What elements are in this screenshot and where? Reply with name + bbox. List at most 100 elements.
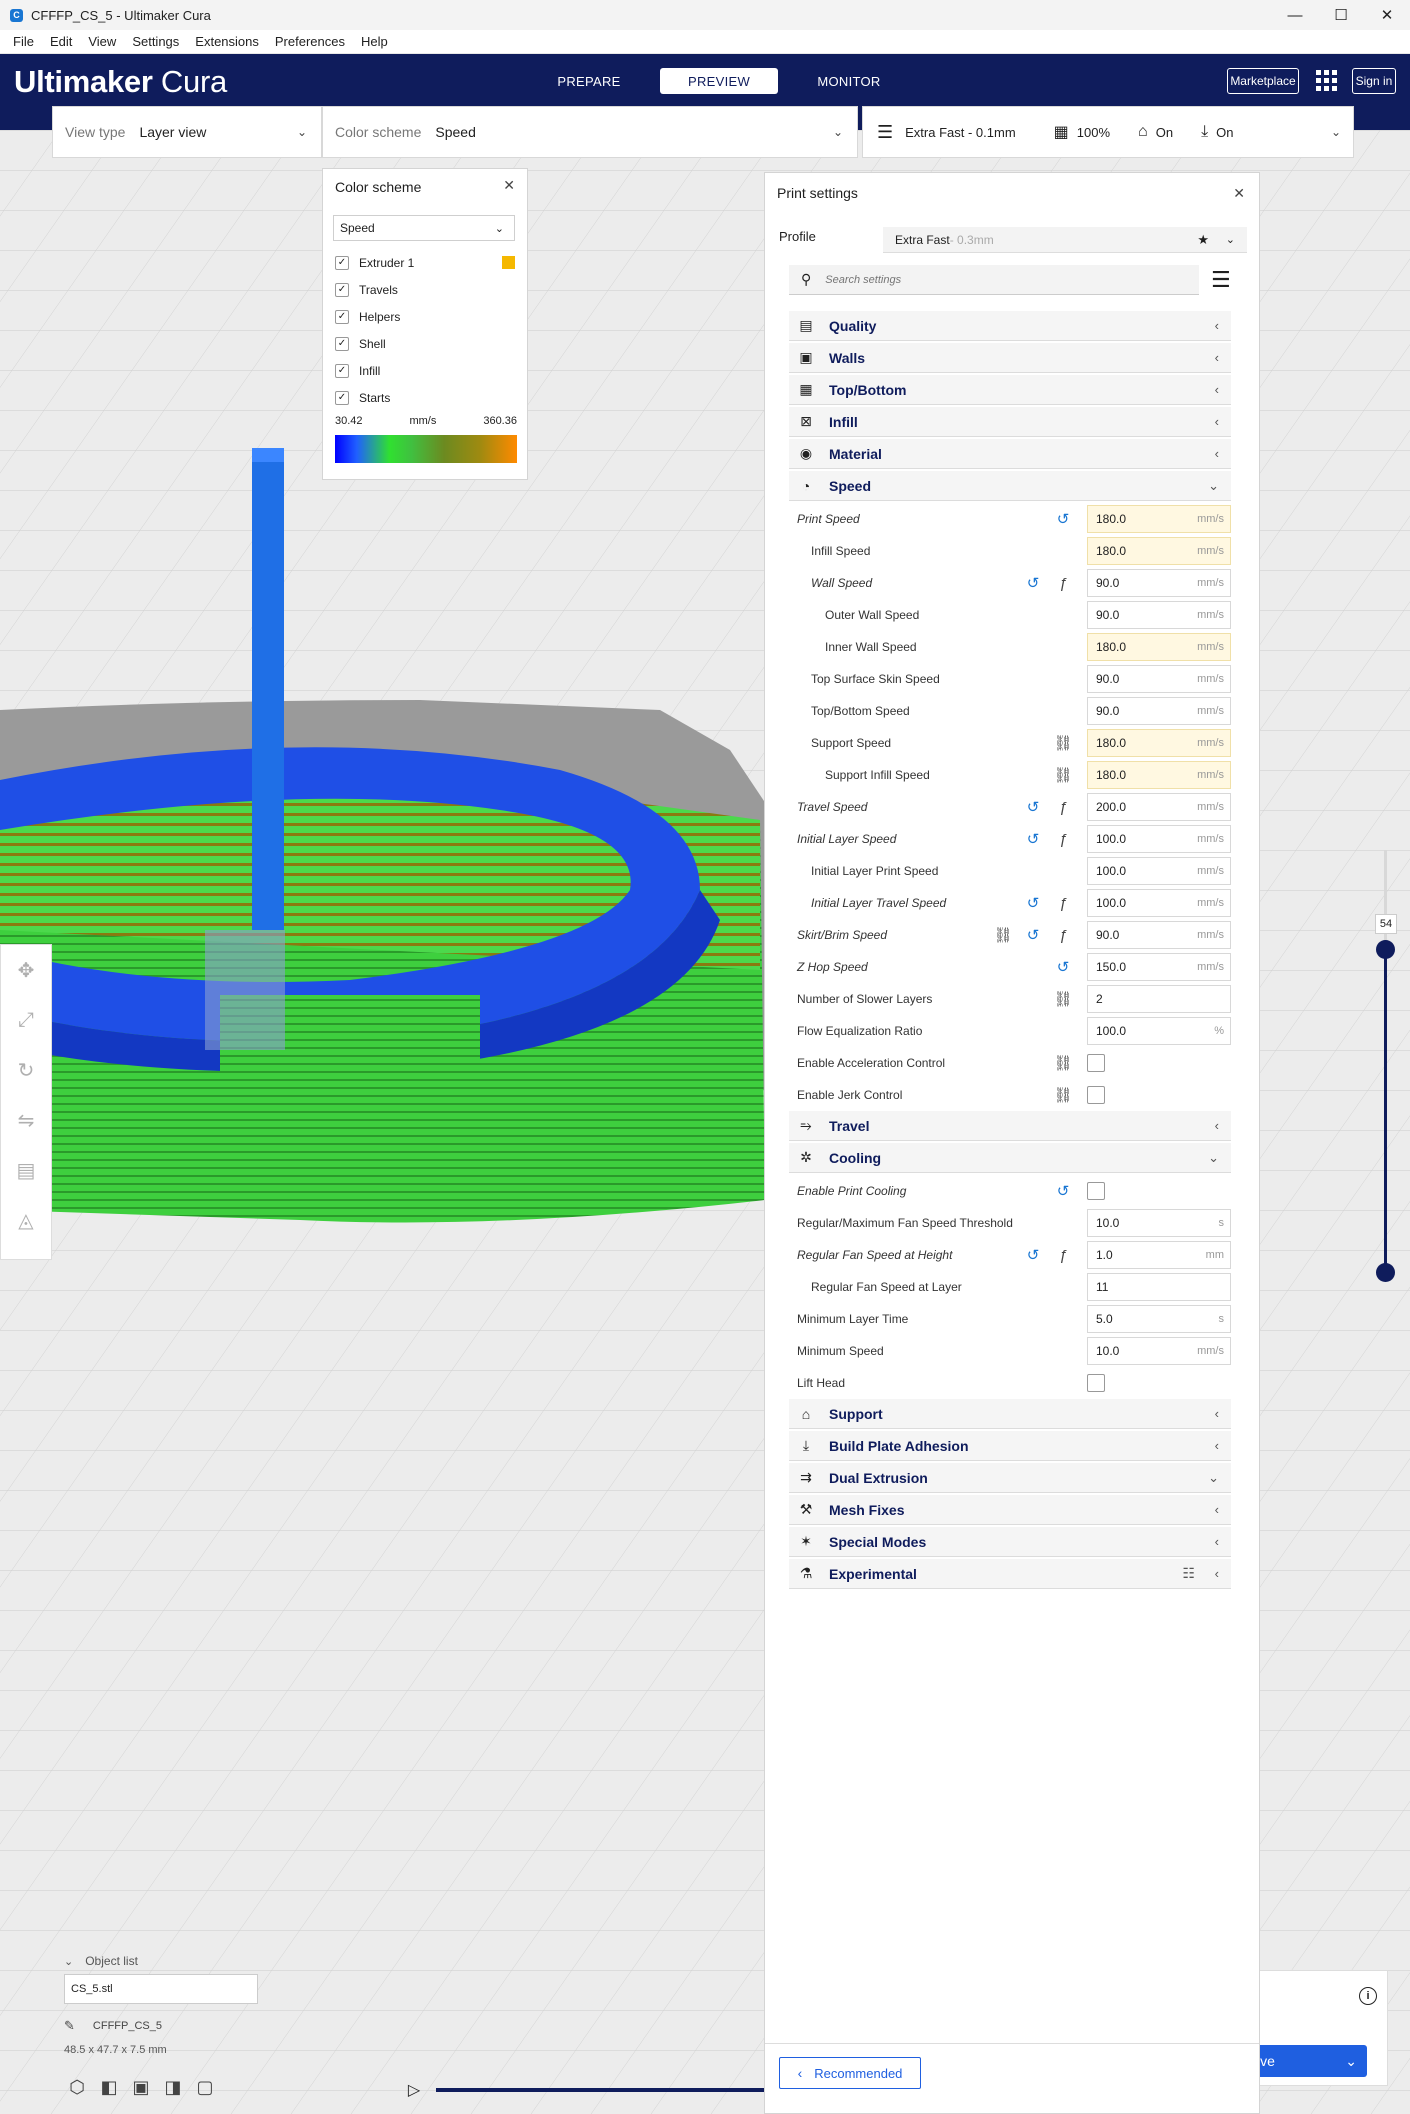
reset-icon[interactable]: ↺ bbox=[1053, 509, 1073, 529]
layer-slider-top-handle[interactable] bbox=[1376, 940, 1395, 959]
maximize-button[interactable]: ☐ bbox=[1318, 0, 1364, 30]
acceleration-control-checkbox[interactable] bbox=[1087, 1054, 1105, 1072]
legend-starts[interactable]: ✓ Starts bbox=[323, 384, 527, 411]
minimum-speed-input[interactable]: 10.0 mm/s bbox=[1087, 1337, 1231, 1365]
close-icon[interactable]: ✕ bbox=[1233, 185, 1245, 202]
tab-preview[interactable]: PREVIEW bbox=[660, 68, 778, 94]
reset-icon[interactable]: ↺ bbox=[1053, 957, 1073, 977]
legend-shell[interactable]: ✓ Shell bbox=[323, 330, 527, 357]
fan-speed-threshold-input[interactable]: 10.0 s bbox=[1087, 1209, 1231, 1237]
category-special-modes[interactable]: ✶ Special Modes ‹ bbox=[789, 1527, 1231, 1557]
category-speed[interactable]: ◔ Speed ⌄ bbox=[789, 471, 1231, 501]
marketplace-button[interactable]: Marketplace bbox=[1227, 68, 1299, 94]
category-travel[interactable]: ⥱ Travel ‹ bbox=[789, 1111, 1231, 1141]
print-cooling-checkbox[interactable] bbox=[1087, 1182, 1105, 1200]
minimum-layer-time-input[interactable]: 5.0 s bbox=[1087, 1305, 1231, 1333]
reset-icon[interactable]: ↺ bbox=[1023, 925, 1043, 945]
layer-slider-bottom-handle[interactable] bbox=[1376, 1263, 1395, 1282]
menu-view[interactable]: View bbox=[88, 34, 116, 49]
view-type-selector[interactable]: View type Layer view ⌄ bbox=[52, 106, 322, 158]
apps-grid-icon[interactable] bbox=[1316, 70, 1337, 91]
object-list-item[interactable]: CS_5.stl bbox=[64, 1974, 258, 2004]
print-speed-input[interactable]: 180.0 mm/s bbox=[1087, 505, 1231, 533]
fan-speed-height-input[interactable]: 1.0 mm bbox=[1087, 1241, 1231, 1269]
slower-layers-input[interactable]: 2 bbox=[1087, 985, 1231, 1013]
move-tool-icon[interactable]: ✥ bbox=[1, 945, 51, 995]
object-list-toggle[interactable]: ⌄ Object list bbox=[64, 1954, 138, 1968]
support-blocker-icon[interactable]: ◬ bbox=[1, 1195, 51, 1245]
menu-preferences[interactable]: Preferences bbox=[275, 34, 345, 49]
sign-in-button[interactable]: Sign in bbox=[1352, 68, 1396, 94]
category-build-plate-adhesion[interactable]: ⤓ Build Plate Adhesion ‹ bbox=[789, 1431, 1231, 1461]
category-top-bottom[interactable]: ▦ Top/Bottom ‹ bbox=[789, 375, 1231, 405]
category-experimental[interactable]: ⚗ Experimental ☷ ‹ bbox=[789, 1559, 1231, 1589]
menu-extensions[interactable]: Extensions bbox=[195, 34, 259, 49]
category-cooling[interactable]: ✲ Cooling ⌄ bbox=[789, 1143, 1231, 1173]
lift-head-checkbox[interactable] bbox=[1087, 1374, 1105, 1392]
category-quality[interactable]: ▤ Quality ‹ bbox=[789, 311, 1231, 341]
link-icon[interactable]: ⛓ bbox=[1053, 1085, 1073, 1105]
reset-icon[interactable]: ↺ bbox=[1023, 573, 1043, 593]
function-icon[interactable]: ƒ bbox=[1053, 925, 1073, 945]
search-settings-field[interactable]: ⚲ bbox=[789, 265, 1199, 295]
jerk-control-checkbox[interactable] bbox=[1087, 1086, 1105, 1104]
top-bottom-speed-input[interactable]: 90.0 mm/s bbox=[1087, 697, 1231, 725]
initial-layer-print-speed-input[interactable]: 100.0 mm/s bbox=[1087, 857, 1231, 885]
fan-speed-layer-input[interactable]: 11 bbox=[1087, 1273, 1231, 1301]
z-hop-speed-input[interactable]: 150.0 mm/s bbox=[1087, 953, 1231, 981]
flow-equalization-ratio-input[interactable]: 100.0% bbox=[1087, 1017, 1231, 1045]
legend-infill[interactable]: ✓ Infill bbox=[323, 357, 527, 384]
layer-number-box[interactable]: 54 bbox=[1375, 914, 1397, 934]
outer-wall-speed-input[interactable]: 90.0 mm/s bbox=[1087, 601, 1231, 629]
category-mesh-fixes[interactable]: ⚒ Mesh Fixes ‹ bbox=[789, 1495, 1231, 1525]
link-icon[interactable]: ⛓ bbox=[1053, 765, 1073, 785]
rotate-tool-icon[interactable]: ↻ bbox=[1, 1045, 51, 1095]
menu-settings[interactable]: Settings bbox=[132, 34, 179, 49]
reset-icon[interactable]: ↺ bbox=[1023, 1245, 1043, 1265]
top-surface-skin-speed-input[interactable]: 90.0 mm/s bbox=[1087, 665, 1231, 693]
star-icon[interactable]: ★ bbox=[1197, 232, 1209, 248]
reset-icon[interactable]: ↺ bbox=[1053, 1181, 1073, 1201]
category-material[interactable]: ◉ Material ‹ bbox=[789, 439, 1231, 469]
link-icon[interactable]: ⛓ bbox=[1053, 733, 1073, 753]
category-support[interactable]: ⌂ Support ‹ bbox=[789, 1399, 1231, 1429]
tab-prepare[interactable]: PREPARE bbox=[530, 68, 648, 94]
legend-helpers[interactable]: ✓ Helpers bbox=[323, 303, 527, 330]
settings-sliders-icon[interactable]: ☷ bbox=[1182, 1565, 1195, 1582]
scale-tool-icon[interactable]: ⤢ bbox=[1, 995, 51, 1045]
function-icon[interactable]: ƒ bbox=[1053, 1245, 1073, 1265]
link-icon[interactable]: ⛓ bbox=[1053, 989, 1073, 1009]
initial-layer-speed-input[interactable]: 100.0 mm/s bbox=[1087, 825, 1231, 853]
path-slider-track[interactable] bbox=[436, 2088, 764, 2092]
close-window-button[interactable]: ✕ bbox=[1364, 0, 1410, 30]
checkbox-helpers[interactable]: ✓ bbox=[335, 309, 349, 324]
checkbox-extruder-1[interactable]: ✓ bbox=[335, 255, 349, 270]
checkbox-infill[interactable]: ✓ bbox=[335, 363, 349, 378]
minimize-button[interactable]: — bbox=[1272, 0, 1318, 30]
close-icon[interactable]: ✕ bbox=[503, 177, 515, 194]
support-speed-input[interactable]: 180.0 mm/s bbox=[1087, 729, 1231, 757]
play-icon[interactable]: ▷ bbox=[404, 2080, 424, 2100]
function-icon[interactable]: ƒ bbox=[1053, 893, 1073, 913]
front-view-icon[interactable]: ◧ bbox=[98, 2076, 120, 2098]
wall-speed-input[interactable]: 90.0 mm/s bbox=[1087, 569, 1231, 597]
save-button[interactable]: ive ⌄ bbox=[1251, 2045, 1367, 2077]
top-view-icon[interactable]: ▣ bbox=[130, 2076, 152, 2098]
infill-speed-input[interactable]: 180.0 mm/s bbox=[1087, 537, 1231, 565]
travel-speed-input[interactable]: 200.0 mm/s bbox=[1087, 793, 1231, 821]
tab-monitor[interactable]: MONITOR bbox=[790, 68, 908, 94]
right-view-icon[interactable]: ▢ bbox=[194, 2076, 216, 2098]
inner-wall-speed-input[interactable]: 180.0 mm/s bbox=[1087, 633, 1231, 661]
color-scheme-selector[interactable]: Color scheme Speed ⌄ bbox=[322, 106, 858, 158]
info-icon[interactable]: i bbox=[1359, 1987, 1377, 2005]
support-infill-speed-input[interactable]: 180.0 mm/s bbox=[1087, 761, 1231, 789]
skirt-brim-speed-input[interactable]: 90.0 mm/s bbox=[1087, 921, 1231, 949]
profile-dropdown[interactable]: Extra Fast - 0.3mm ★ ⌄ bbox=[883, 227, 1247, 253]
print-setup-selector[interactable]: ☰ Extra Fast - 0.1mm ▦ 100% ⌂ On ⤓ On ⌄ bbox=[862, 106, 1354, 158]
checkbox-starts[interactable]: ✓ bbox=[335, 390, 349, 405]
checkbox-travels[interactable]: ✓ bbox=[335, 282, 349, 297]
reset-icon[interactable]: ↺ bbox=[1023, 829, 1043, 849]
reset-icon[interactable]: ↺ bbox=[1023, 893, 1043, 913]
search-input[interactable] bbox=[825, 273, 1166, 286]
function-icon[interactable]: ƒ bbox=[1053, 797, 1073, 817]
